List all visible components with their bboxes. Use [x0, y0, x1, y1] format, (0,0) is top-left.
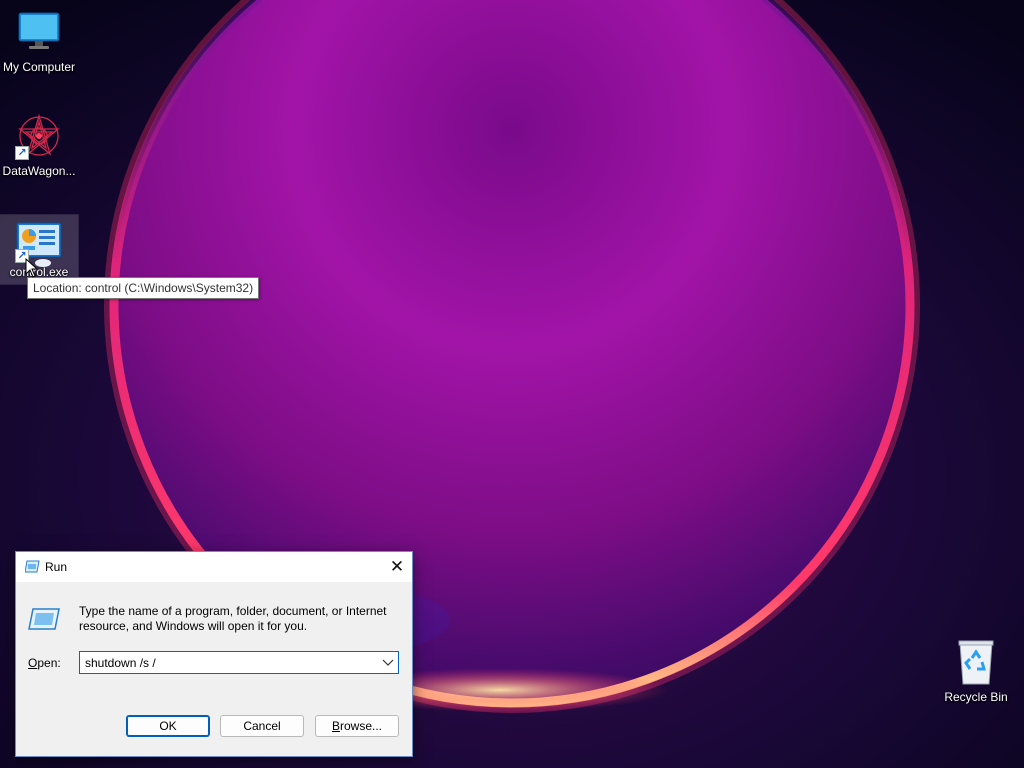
shortcut-arrow-icon: ↗ [15, 146, 29, 160]
ok-button[interactable]: OK [126, 715, 210, 737]
icon-location-tooltip: Location: control (C:\Windows\System32) [27, 277, 260, 299]
run-dialog-titlebar[interactable]: Run ✕ [16, 552, 412, 582]
datawagon-app-icon: ↗ [15, 112, 63, 160]
mouse-cursor-icon [25, 258, 39, 278]
open-label-accelerator: O [28, 656, 38, 670]
close-button[interactable]: ✕ [382, 552, 412, 582]
desktop-icon-label: My Computer [2, 60, 76, 74]
run-dialog-description: Type the name of a program, folder, docu… [79, 604, 387, 633]
open-combobox[interactable] [79, 651, 399, 674]
run-command-input[interactable] [80, 652, 380, 673]
browse-button[interactable]: Browse... [315, 715, 399, 737]
desktop[interactable]: My Computer ↗ DataWagon... ↗ control.exe… [0, 0, 1024, 768]
desktop-icon-my-computer[interactable]: My Computer [0, 8, 78, 78]
browse-label-text: rowse... [340, 719, 383, 733]
desktop-icon-recycle-bin[interactable]: Recycle Bin [937, 638, 1015, 708]
monitor-icon [15, 8, 63, 56]
chevron-down-icon[interactable] [380, 655, 396, 670]
run-dialog[interactable]: Run ✕ Type the name of a program, folder… [15, 551, 413, 757]
recycle-bin-icon [952, 638, 1000, 686]
close-icon: ✕ [389, 557, 405, 576]
run-dialog-title: Run [45, 560, 68, 574]
desktop-icon-label: Recycle Bin [944, 690, 1008, 704]
cancel-button[interactable]: Cancel [220, 715, 304, 737]
run-program-icon [28, 608, 60, 630]
control-panel-icon: ↗ [15, 221, 63, 269]
desktop-icon-label: DataWagon... [2, 164, 76, 178]
desktop-icon-control-exe[interactable]: ↗ control.exe [0, 214, 79, 285]
browse-label-accelerator: B [331, 719, 340, 733]
open-field-label: Open: [28, 656, 61, 670]
run-app-icon [25, 560, 40, 573]
desktop-icon-datawagon[interactable]: ↗ DataWagon... [0, 112, 78, 182]
open-label-text: pen: [37, 656, 61, 670]
